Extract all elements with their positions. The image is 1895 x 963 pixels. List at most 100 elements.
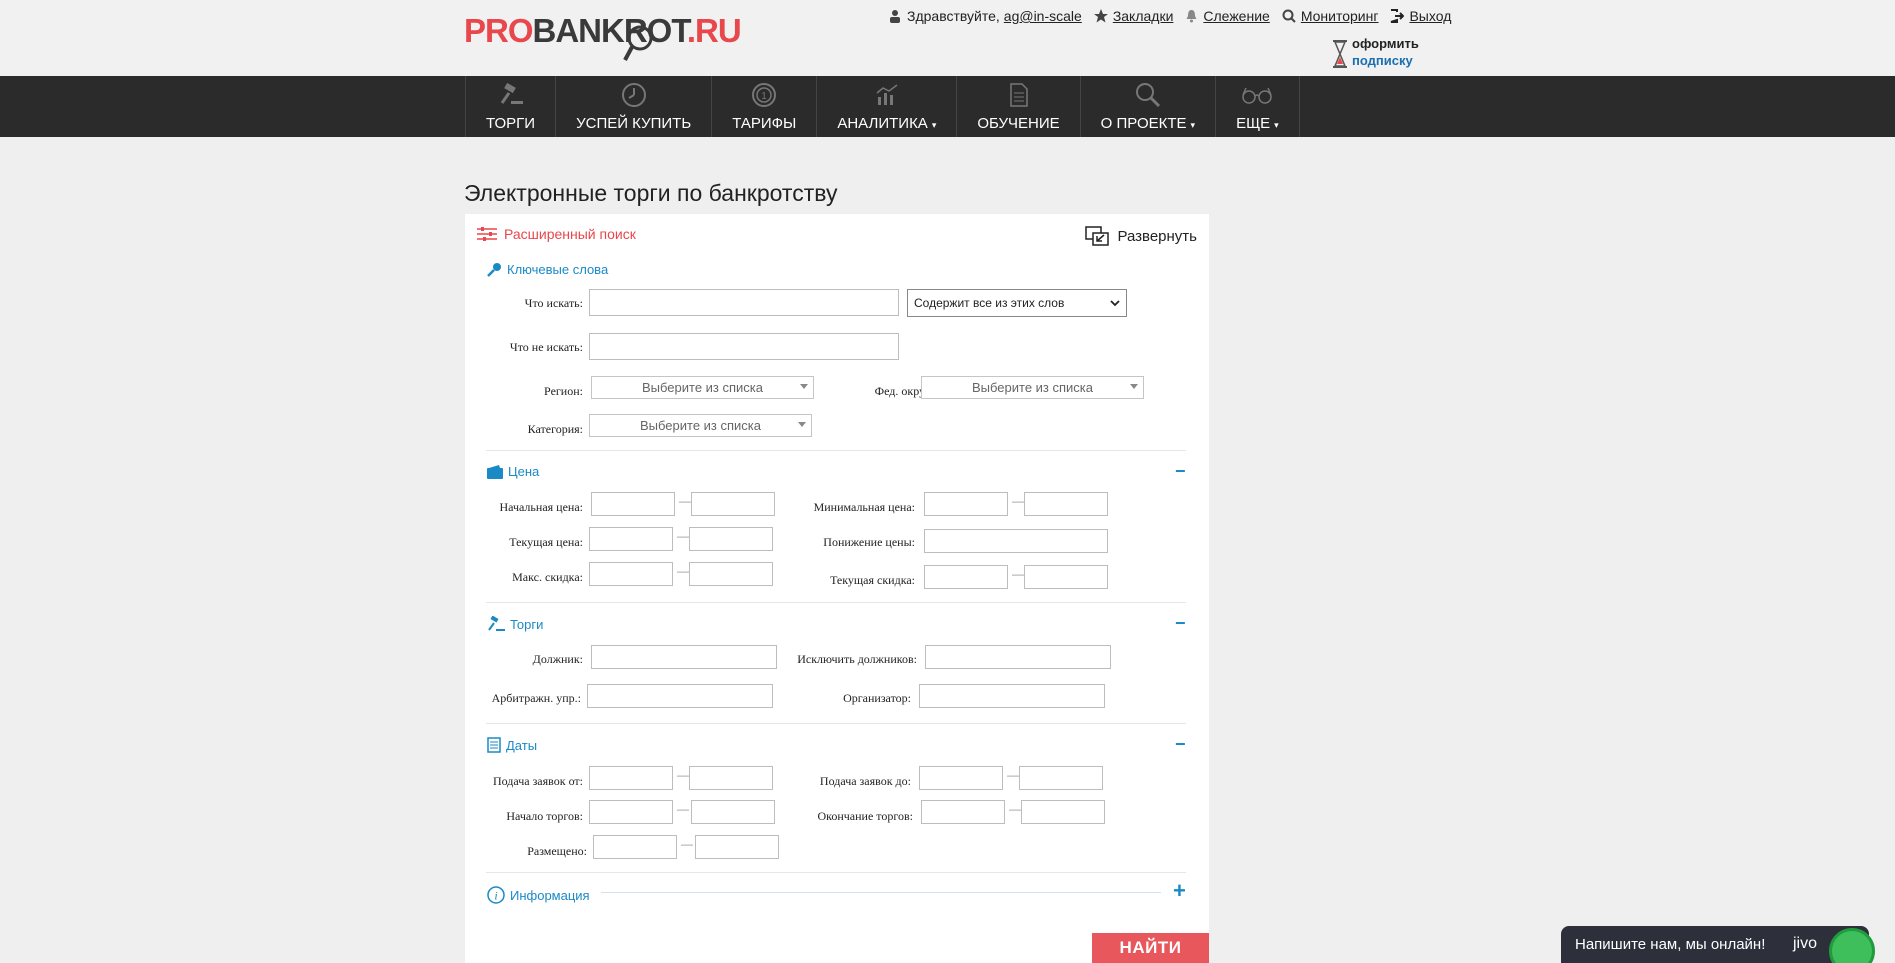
apply-to-end[interactable]: [1019, 766, 1103, 790]
subscription-link[interactable]: оформить подписку: [1352, 35, 1419, 69]
apply-from-label: Подача заявок от:: [492, 774, 583, 788]
logout-link[interactable]: Выход: [1390, 8, 1451, 24]
tracking-link[interactable]: Слежение: [1185, 8, 1270, 24]
jivo-brand: jivo: [1792, 935, 1817, 952]
nav-analitika[interactable]: АНАЛИТИКА ▾: [817, 76, 958, 137]
range-dash: —: [1007, 768, 1019, 782]
bookmarks-label[interactable]: Закладки: [1113, 8, 1174, 24]
current-price-to[interactable]: [689, 527, 773, 551]
max-discount-to[interactable]: [689, 562, 773, 586]
nav-tarify-label: ТАРИФЫ: [732, 115, 797, 132]
arbitr-manager-input[interactable]: [587, 684, 773, 708]
document-icon: [1009, 83, 1028, 107]
fed-okrug-placeholder: Выберите из списка: [971, 380, 1094, 395]
torgi-start-label: Начало торгов:: [506, 809, 583, 823]
decrease-price-input[interactable]: [924, 529, 1108, 553]
arbitr-manager-label: Арбитражн. упр.:: [491, 691, 581, 705]
torgi-start-from[interactable]: [589, 800, 673, 824]
find-button[interactable]: НАЙТИ: [1092, 933, 1209, 963]
section-keywords[interactable]: Ключевые слова: [487, 262, 608, 277]
match-mode-value: Содержит все из этих слов: [914, 296, 1065, 310]
start-price-to[interactable]: [691, 492, 775, 516]
start-price-from[interactable]: [591, 492, 675, 516]
organizer-input[interactable]: [919, 684, 1105, 708]
posted-to[interactable]: [695, 835, 779, 859]
start-price-label: Начальная цена:: [499, 500, 583, 514]
nav-o-proekte-label: О ПРОЕКТЕ: [1100, 115, 1187, 132]
section-price[interactable]: Цена: [487, 464, 539, 479]
nav-o-proekte[interactable]: О ПРОЕКТЕ ▾: [1081, 76, 1217, 137]
nav-eshche[interactable]: ЕЩЕ ▾: [1216, 76, 1300, 137]
category-dropdown[interactable]: Выберите из списка: [589, 414, 812, 437]
collapse-dates-icon[interactable]: −: [1175, 734, 1186, 755]
section-torgi[interactable]: Торги: [487, 616, 543, 632]
expand-label: Развернуть: [1117, 227, 1197, 245]
section-dates[interactable]: Даты: [487, 737, 537, 753]
torgi-end-from[interactable]: [921, 800, 1005, 824]
nav-obuchenie-label: ОБУЧЕНИЕ: [977, 115, 1060, 132]
advanced-search-toggle[interactable]: Расширенный поиск: [477, 226, 636, 242]
max-discount-label: Макс. скидка:: [512, 570, 583, 584]
jivo-chat-bubble-icon[interactable]: [1829, 928, 1875, 963]
apply-from-start[interactable]: [589, 766, 673, 790]
tracking-label[interactable]: Слежение: [1203, 8, 1269, 24]
magnifier-logo-icon: [623, 25, 653, 61]
collapse-price-icon[interactable]: −: [1175, 461, 1186, 482]
dropdown-arrow-icon: [800, 384, 808, 389]
current-discount-label: Текущая скидка:: [830, 573, 915, 587]
site-logo[interactable]: PROBANKROT.RU: [464, 12, 742, 50]
monitoring-label[interactable]: Мониторинг: [1301, 8, 1379, 24]
current-discount-from[interactable]: [924, 565, 1008, 589]
logo-bank: BANKROT: [532, 12, 688, 49]
nav-uspey-kupit[interactable]: УСПЕЙ КУПИТЬ: [556, 76, 713, 137]
advanced-search-panel: Расширенный поиск Развернуть Ключевые сл…: [465, 214, 1209, 963]
dropdown-arrow-icon: [1130, 384, 1138, 389]
jivo-chat-widget[interactable]: Напишите нам, мы онлайн! jivo: [1561, 926, 1875, 963]
range-dash: —: [1009, 802, 1021, 816]
posted-label: Размещено:: [527, 844, 587, 858]
dropdown-arrow-icon: [798, 422, 806, 427]
chevron-down-icon: ▾: [1274, 120, 1279, 130]
divider: [486, 723, 1186, 724]
divider: [486, 450, 1186, 451]
main-nav: ТОРГИ УСПЕЙ КУПИТЬ 1 ТАРИФЫ АНАЛИТИКА ▾ О…: [0, 76, 1895, 137]
torgi-end-to[interactable]: [1021, 800, 1105, 824]
expand-button[interactable]: Развернуть: [1085, 226, 1197, 246]
nav-eshche-label: ЕЩЕ: [1236, 115, 1271, 132]
logo-pro: PRO: [464, 12, 534, 49]
apply-to-start[interactable]: [919, 766, 1003, 790]
debtor-input[interactable]: [591, 645, 777, 669]
expand-info-icon[interactable]: +: [1173, 878, 1186, 904]
exclude-debtors-input[interactable]: [925, 645, 1111, 669]
current-price-from[interactable]: [589, 527, 673, 551]
apply-from-end[interactable]: [689, 766, 773, 790]
logout-label[interactable]: Выход: [1409, 8, 1451, 24]
min-price-from[interactable]: [924, 492, 1008, 516]
monitoring-link[interactable]: Мониторинг: [1282, 8, 1379, 24]
region-dropdown[interactable]: Выберите из списка: [591, 376, 814, 399]
nav-obuchenie[interactable]: ОБУЧЕНИЕ: [957, 76, 1081, 137]
max-discount-from[interactable]: [589, 562, 673, 586]
match-mode-select[interactable]: Содержит все из этих слов: [907, 289, 1127, 317]
search-icon: [1135, 83, 1160, 108]
what-search-input[interactable]: [589, 289, 899, 316]
torgi-start-to[interactable]: [691, 800, 775, 824]
nav-tarify[interactable]: 1 ТАРИФЫ: [712, 76, 818, 137]
collapse-torgi-icon[interactable]: −: [1175, 613, 1186, 634]
range-dash: —: [1012, 567, 1024, 581]
nav-torgi[interactable]: ТОРГИ: [466, 76, 557, 137]
bookmarks-link[interactable]: Закладки: [1093, 8, 1174, 24]
sliders-icon: [477, 227, 497, 241]
range-dash: —: [679, 494, 691, 508]
debtor-label: Должник:: [532, 652, 583, 666]
chevron-down-icon: ▾: [931, 120, 937, 130]
user-link[interactable]: ag@in-scale: [1004, 8, 1082, 24]
min-price-to[interactable]: [1024, 492, 1108, 516]
section-info[interactable]: i Информация: [487, 886, 590, 904]
torgi-end-label: Окончание торгов:: [817, 809, 913, 823]
posted-from[interactable]: [593, 835, 677, 859]
fed-okrug-dropdown[interactable]: Выберите из списка: [921, 376, 1144, 399]
current-discount-to[interactable]: [1024, 565, 1108, 589]
divider: [486, 602, 1186, 603]
not-search-input[interactable]: [589, 333, 899, 360]
